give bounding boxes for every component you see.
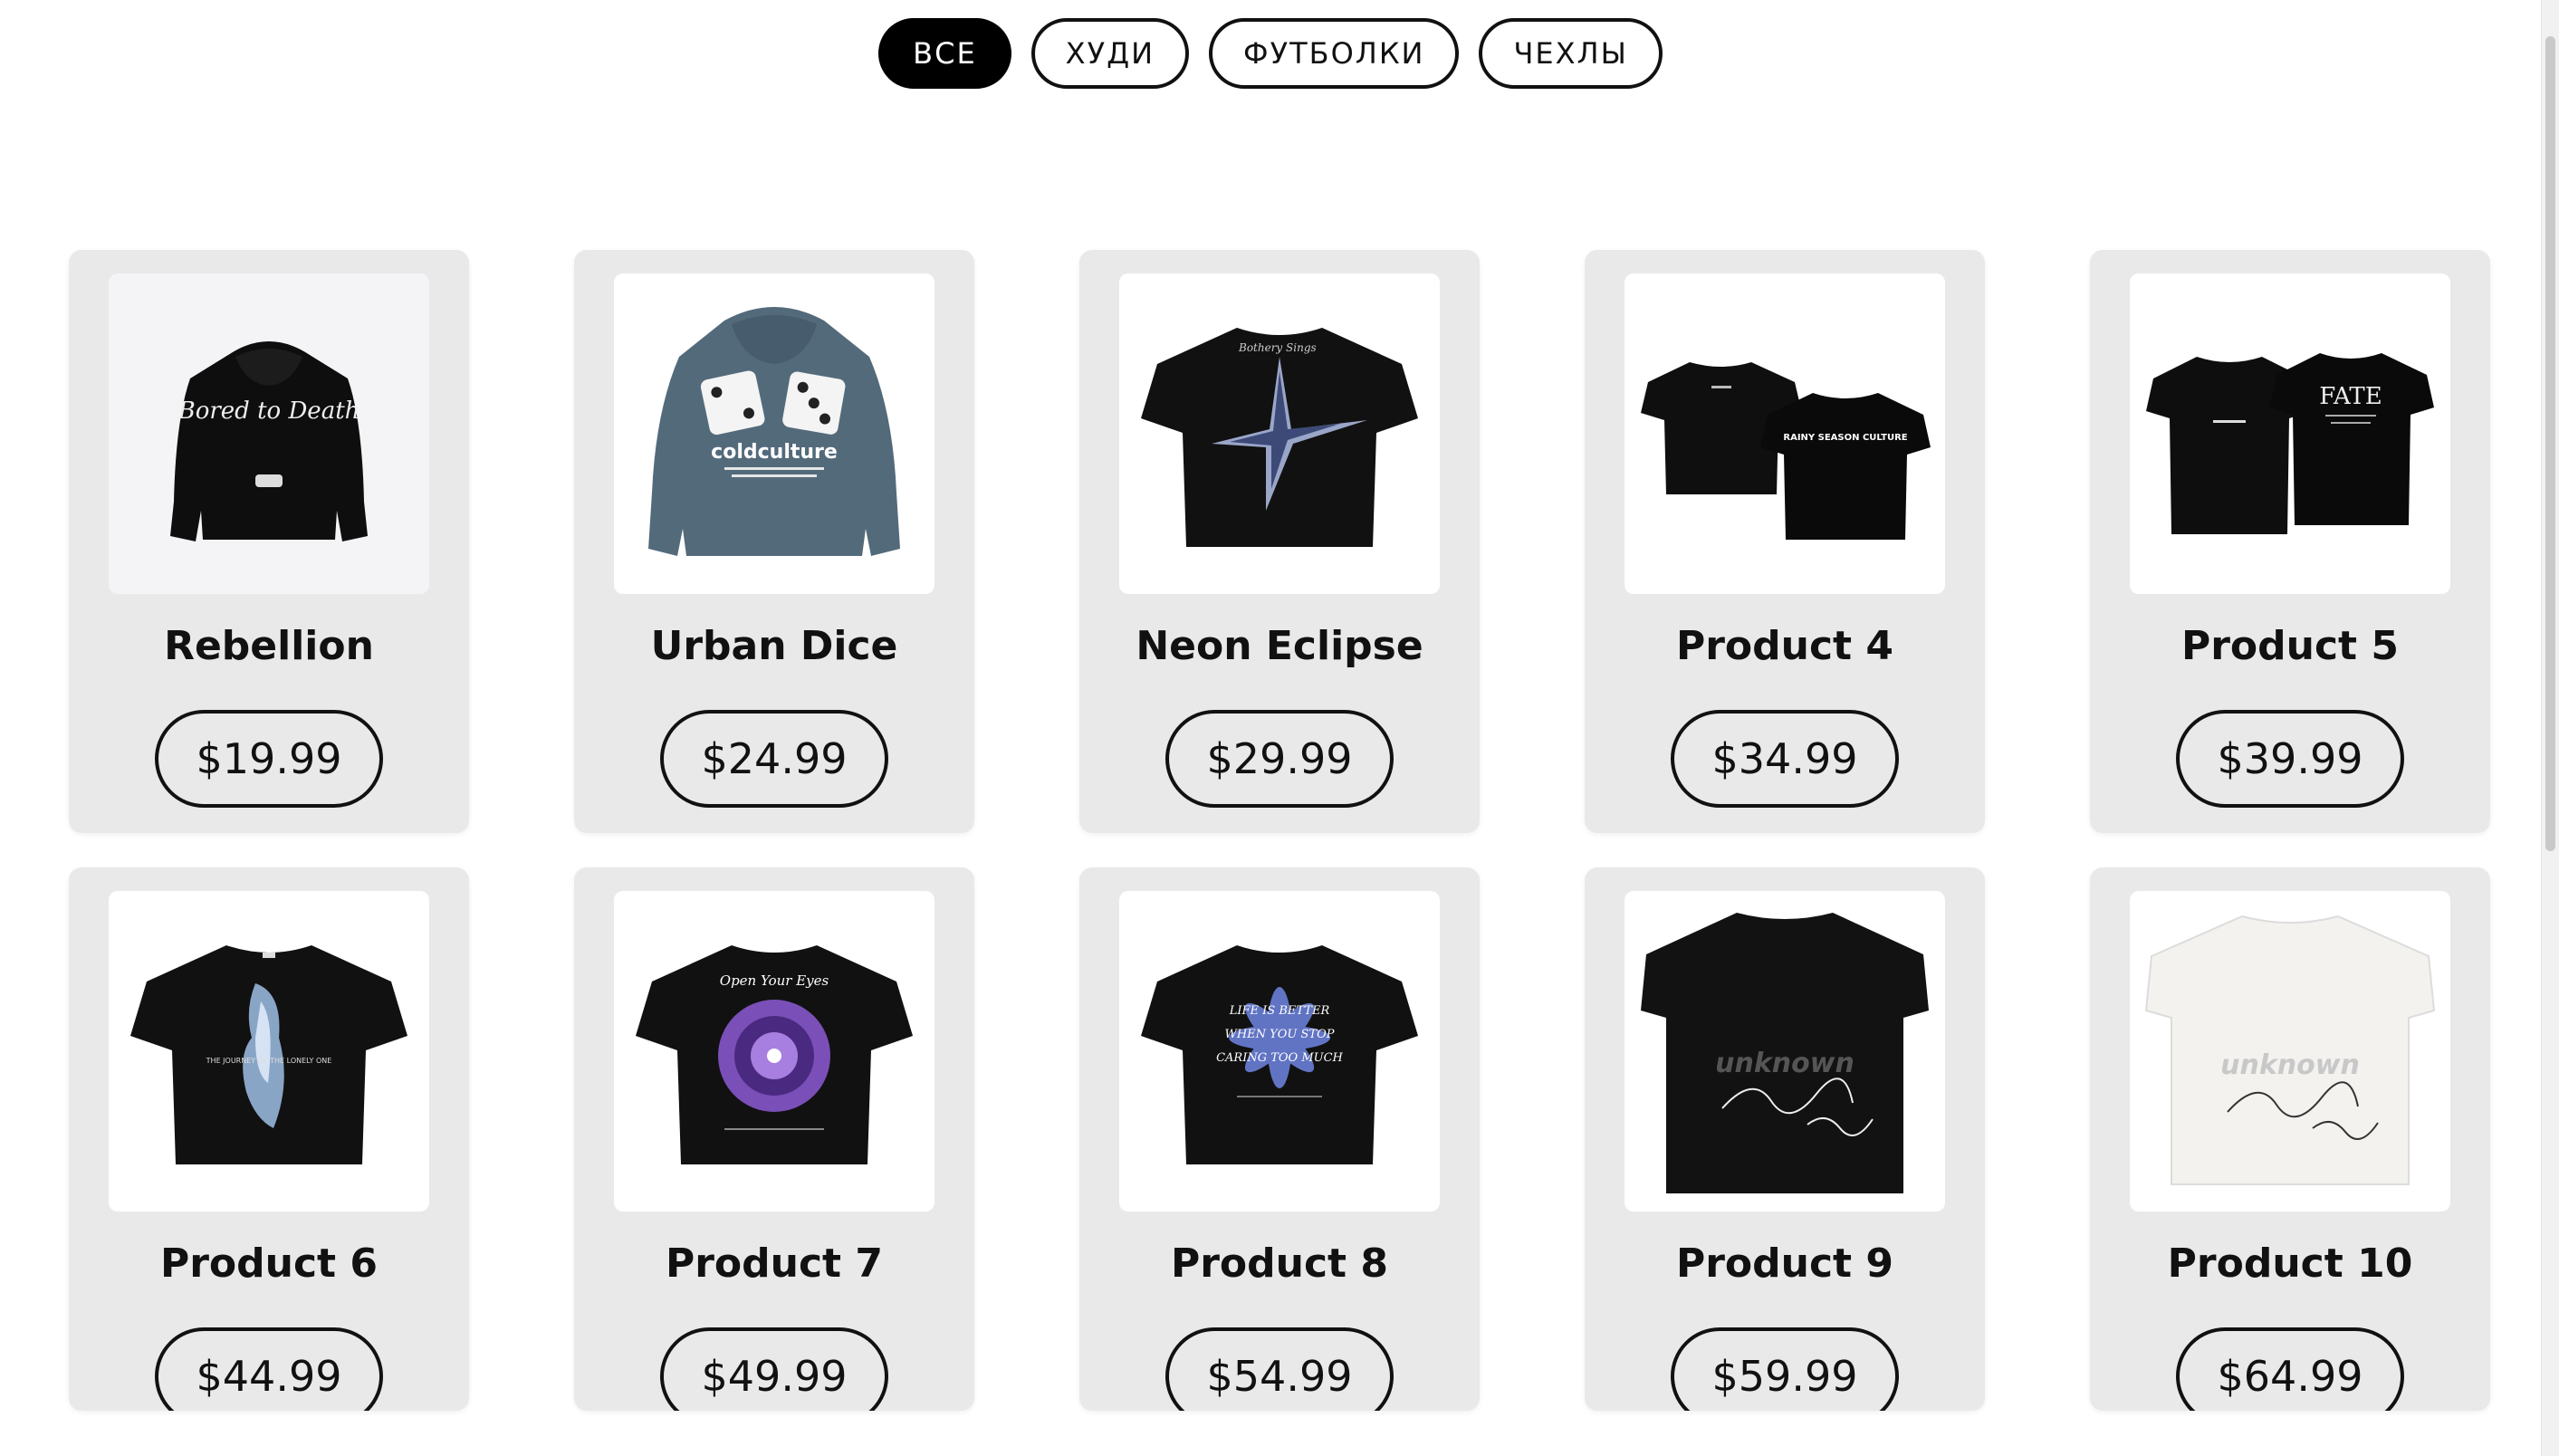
print-text: RAINY SEASON CULTURE <box>1783 433 1907 443</box>
black-tee-figure-image: THE JOURNEY OF THE LONELY ONE <box>130 945 407 1164</box>
page-scrollbar[interactable] <box>2541 0 2559 1456</box>
product-name: Product 8 <box>1170 1240 1389 1287</box>
product-image[interactable]: Open Your Eyes <box>614 891 934 1212</box>
black-hoodie-image: Bored to Death <box>170 341 368 541</box>
product-name: Product 10 <box>2167 1240 2413 1287</box>
product-card[interactable]: THE JOURNEY OF THE LONELY ONE Product 6 … <box>69 867 469 1411</box>
filter-all-button[interactable]: ВСЕ <box>878 18 1011 89</box>
product-card[interactable]: Bored to Death Rebellion $19.99 <box>69 250 469 833</box>
svg-text:CARING TOO MUCH: CARING TOO MUCH <box>1216 1051 1343 1065</box>
product-name: Product 4 <box>1675 623 1894 669</box>
product-name: Product 7 <box>665 1240 884 1287</box>
price-button[interactable]: $29.99 <box>1165 710 1394 808</box>
product-image[interactable]: coldculture <box>614 273 934 594</box>
price-button[interactable]: $19.99 <box>155 710 383 808</box>
product-card[interactable]: Open Your Eyes Product 7 $49.99 <box>574 867 974 1411</box>
product-card[interactable]: unknown Product 10 $64.99 <box>2090 867 2490 1411</box>
filter-tshirts-button[interactable]: ФУТБОЛКИ <box>1209 18 1460 89</box>
black-tee-eye-image: Open Your Eyes <box>636 945 913 1164</box>
black-tee-unknown-image: unknown <box>1641 913 1929 1193</box>
product-grid: Bored to Death Rebellion $19.99 coldcult… <box>69 250 2490 1451</box>
white-tee-unknown-image: unknown <box>2144 915 2436 1185</box>
price-button[interactable]: $64.99 <box>2176 1327 2404 1411</box>
product-card[interactable]: Bothery Sings Neon Eclipse $29.99 <box>1079 250 1480 833</box>
price-button[interactable]: $39.99 <box>2176 710 2404 808</box>
product-card[interactable]: LIFE IS BETTER WHEN YOU STOP CARING TOO … <box>1079 867 1480 1411</box>
product-name: Rebellion <box>164 623 374 669</box>
product-card[interactable]: RAINY SEASON CULTURE Product 4 $34.99 <box>1585 250 1985 833</box>
product-card[interactable]: unknown Product 9 $59.99 <box>1585 867 1985 1411</box>
black-tee-pair-image: RAINY SEASON CULTURE <box>1641 362 1931 540</box>
print-text: Bored to Death <box>177 398 360 425</box>
print-text: coldculture <box>711 441 838 464</box>
catalog-page: ВСЕ ХУДИ ФУТБОЛКИ ЧЕХЛЫ Bored to Death R… <box>0 0 2559 1456</box>
price-button[interactable]: $49.99 <box>660 1327 888 1411</box>
product-name: Product 6 <box>159 1240 379 1287</box>
black-tee-star-image: Bothery Sings <box>1141 328 1418 547</box>
price-button[interactable]: $44.99 <box>155 1327 383 1411</box>
print-text: unknown <box>1715 1048 1855 1079</box>
category-filter-bar: ВСЕ ХУДИ ФУТБОЛКИ ЧЕХЛЫ <box>0 18 2541 89</box>
print-text: unknown <box>2220 1049 2360 1081</box>
product-image[interactable]: THE JOURNEY OF THE LONELY ONE <box>109 891 429 1212</box>
product-name: Product 5 <box>2180 623 2400 669</box>
product-image[interactable]: unknown <box>1625 891 1945 1212</box>
svg-text:LIFE IS BETTER: LIFE IS BETTER <box>1229 1004 1330 1018</box>
product-name: Neon Eclipse <box>1136 623 1423 669</box>
product-card[interactable]: FATE Product 5 $39.99 <box>2090 250 2490 833</box>
price-button[interactable]: $59.99 <box>1671 1327 1899 1411</box>
svg-text:WHEN YOU STOP: WHEN YOU STOP <box>1224 1028 1334 1041</box>
print-text: FATE <box>2319 383 2382 410</box>
filter-hoodies-button[interactable]: ХУДИ <box>1030 18 1190 89</box>
slate-hoodie-dice-image: coldculture <box>648 307 900 556</box>
price-button[interactable]: $54.99 <box>1165 1327 1394 1411</box>
product-image[interactable]: LIFE IS BETTER WHEN YOU STOP CARING TOO … <box>1119 891 1440 1212</box>
product-name: Urban Dice <box>650 623 898 669</box>
black-tee-flower-image: LIFE IS BETTER WHEN YOU STOP CARING TOO … <box>1141 945 1418 1164</box>
black-tee-pair-tour-image: FATE <box>2146 353 2434 534</box>
product-image[interactable]: Bothery Sings <box>1119 273 1440 594</box>
product-image[interactable]: RAINY SEASON CULTURE <box>1625 273 1945 594</box>
price-button[interactable]: $34.99 <box>1671 710 1899 808</box>
product-card[interactable]: coldculture Urban Dice $24.99 <box>574 250 974 833</box>
price-button[interactable]: $24.99 <box>660 710 888 808</box>
svg-text:Bothery Sings: Bothery Sings <box>1238 341 1317 354</box>
product-image[interactable]: FATE <box>2130 273 2450 594</box>
product-image[interactable]: unknown <box>2130 891 2450 1212</box>
print-text: THE JOURNEY OF THE LONELY ONE <box>206 1057 332 1065</box>
scrollbar-thumb[interactable] <box>2545 36 2555 851</box>
filter-cases-button[interactable]: ЧЕХЛЫ <box>1479 18 1663 89</box>
print-text: Open Your Eyes <box>720 972 829 989</box>
product-name: Product 9 <box>1675 1240 1894 1287</box>
product-image[interactable]: Bored to Death <box>109 273 429 594</box>
